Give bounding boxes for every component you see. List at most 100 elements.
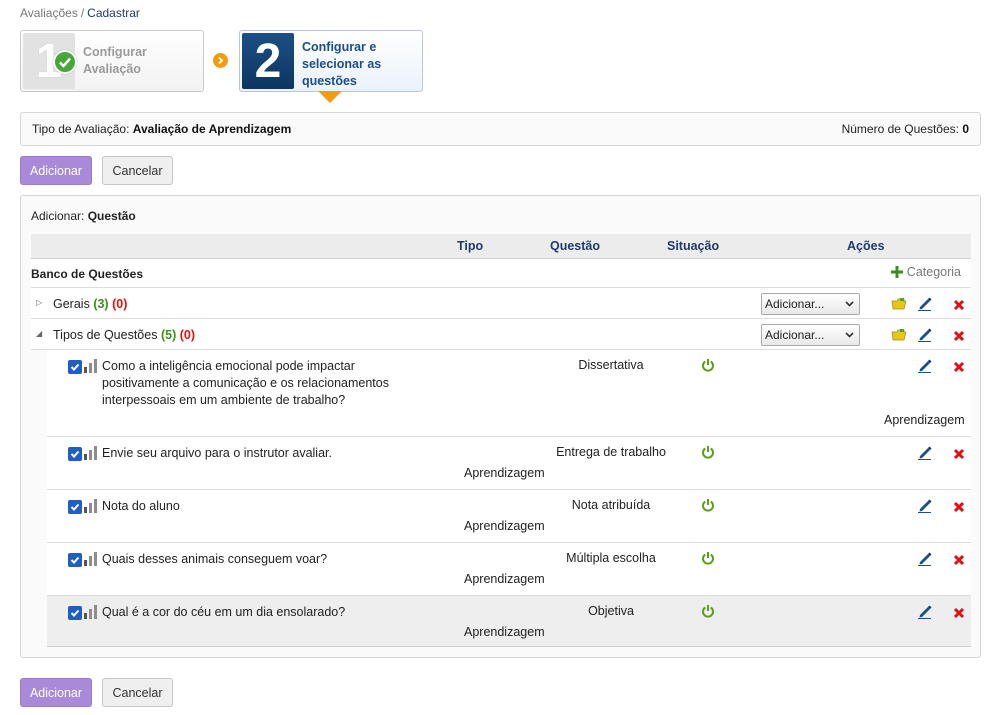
question-text: Como a inteligência emocional pode impac… <box>102 359 389 407</box>
breadcrumb-separator: / <box>80 6 85 20</box>
question-category: Aprendizagem <box>464 466 545 480</box>
chevron-right-icon <box>213 53 228 68</box>
question-category: Aprendizagem <box>464 625 545 639</box>
difficulty-bars-icon <box>84 446 98 460</box>
checkbox-icon[interactable] <box>68 360 82 374</box>
question-text: Nota do aluno <box>102 499 180 513</box>
add-to-category-select[interactable]: Adicionar... <box>761 324 860 346</box>
question-type: Nota atribuída <box>571 498 651 512</box>
pencil-icon[interactable] <box>917 497 933 513</box>
cancel-button-bottom[interactable]: Cancelar <box>102 678 173 707</box>
question-panel: Adicionar: Questão Tipo Questão Situação… <box>20 195 981 658</box>
checkbox-icon[interactable] <box>68 553 82 567</box>
power-icon[interactable] <box>701 445 715 462</box>
question-count-value: 0 <box>962 122 969 136</box>
check-circle-icon <box>53 50 77 74</box>
checkbox-icon[interactable] <box>68 606 82 620</box>
step-2-number: 2 <box>242 33 294 89</box>
category-row-tipos-de-questoes[interactable]: ◢ Tipos de Questões (5) (0) Adicionar... <box>31 319 971 350</box>
breadcrumb-root[interactable]: Avaliações <box>20 6 78 20</box>
cancel-button[interactable]: Cancelar <box>102 156 173 185</box>
delete-icon[interactable] <box>951 328 967 344</box>
pencil-icon[interactable] <box>917 444 933 460</box>
question-row[interactable]: Quais desses animais conseguem voar? Múl… <box>47 543 971 596</box>
evaluation-type-value: Avaliação de Aprendizagem <box>132 122 292 136</box>
delete-icon[interactable] <box>951 552 967 568</box>
add-button-bottom[interactable]: Adicionar <box>20 678 92 707</box>
delete-icon[interactable] <box>951 499 967 515</box>
checkbox-icon[interactable] <box>68 500 82 514</box>
question-text: Quais desses animais conseguem voar? <box>102 552 328 566</box>
delete-icon[interactable] <box>951 446 967 462</box>
folder-icon[interactable] <box>891 296 907 312</box>
step-2-label: Configurar e selecionar as questões <box>302 40 382 88</box>
category-count-ok: (5) <box>160 328 177 342</box>
checkbox-icon[interactable] <box>68 447 82 461</box>
question-type: Múltipla escolha <box>566 551 656 565</box>
step-1-number: 1 <box>23 33 77 89</box>
panel-title-label: Adicionar: <box>31 209 85 223</box>
question-bank-title: Banco de Questões <box>31 267 144 281</box>
pencil-icon[interactable] <box>917 295 933 311</box>
question-category: Aprendizagem <box>464 519 545 533</box>
difficulty-bars-icon <box>84 359 98 373</box>
question-row[interactable]: Como a inteligência emocional pode impac… <box>47 350 971 437</box>
question-type: Objetiva <box>588 604 634 618</box>
power-icon[interactable] <box>701 551 715 568</box>
question-text: Envie seu arquivo para o instrutor avali… <box>102 446 332 460</box>
folder-icon[interactable] <box>891 327 907 343</box>
difficulty-bars-icon <box>84 499 98 513</box>
column-tipo: Tipo <box>457 239 484 253</box>
breadcrumb-current: Cadastrar <box>87 6 140 20</box>
delete-icon[interactable] <box>951 359 967 375</box>
difficulty-bars-icon <box>84 605 98 619</box>
power-icon[interactable] <box>701 358 715 375</box>
question-count: Número de Questões: 0 <box>842 122 969 136</box>
column-acoes: Ações <box>847 239 885 253</box>
pencil-icon[interactable] <box>917 326 933 342</box>
chevron-down-icon <box>845 301 854 307</box>
panel-title: Adicionar: Questão <box>31 209 136 223</box>
delete-icon[interactable] <box>951 605 967 621</box>
panel-title-value: Questão <box>87 209 136 223</box>
pencil-icon[interactable] <box>917 357 933 373</box>
evaluation-type: Tipo de Avaliação: Avaliação de Aprendiz… <box>32 122 291 136</box>
column-questao: Questão <box>550 239 601 253</box>
add-category-button[interactable]: Categoria <box>890 265 961 279</box>
add-to-category-select[interactable]: Adicionar... <box>761 293 860 315</box>
question-row[interactable]: Qual é a cor do céu em um dia ensolarado… <box>47 596 971 647</box>
step-1[interactable]: 1 Configurar Avaliação <box>20 30 204 92</box>
breadcrumb: Avaliações / Cadastrar <box>20 6 140 20</box>
delete-icon[interactable] <box>951 297 967 313</box>
pencil-icon[interactable] <box>917 550 933 566</box>
evaluation-info-bar: Tipo de Avaliação: Avaliação de Aprendiz… <box>20 112 981 146</box>
question-text: Qual é a cor do céu em um dia ensolarado… <box>102 605 346 619</box>
question-row[interactable]: Envie seu arquivo para o instrutor avali… <box>47 437 971 490</box>
add-category-label: Categoria <box>906 265 961 279</box>
triangle-down-icon[interactable]: ◢ <box>36 329 42 338</box>
step-2[interactable]: 2 Configurar e selecionar as questões <box>239 30 423 92</box>
question-bank-row: Banco de Questões Categoria <box>31 259 971 288</box>
column-situacao: Situação <box>667 239 720 253</box>
category-count-error: (0) <box>179 328 195 342</box>
question-row[interactable]: Nota do aluno Nota atribuída Aprendizage… <box>47 490 971 543</box>
step-1-label: Configurar Avaliação <box>83 45 147 76</box>
table-header: Tipo Questão Situação Ações <box>31 234 971 259</box>
power-icon[interactable] <box>701 604 715 621</box>
category-label: Gerais (3) (0) <box>53 297 128 311</box>
evaluation-type-label: Tipo de Avaliação: <box>32 122 130 136</box>
chevron-down-icon <box>845 332 854 338</box>
triangle-right-icon[interactable]: ▷ <box>36 298 42 307</box>
category-row-gerais[interactable]: ▷ Gerais (3) (0) Adicionar... <box>31 288 971 319</box>
question-category: Aprendizagem <box>884 413 965 427</box>
add-button[interactable]: Adicionar <box>20 156 92 185</box>
power-icon[interactable] <box>701 498 715 515</box>
category-label: Tipos de Questões (5) (0) <box>53 328 195 342</box>
difficulty-bars-icon <box>84 552 98 566</box>
active-step-pointer <box>318 91 342 103</box>
category-count-ok: (3) <box>93 297 109 311</box>
question-type: Entrega de trabalho <box>556 445 666 459</box>
question-count-label: Número de Questões: <box>841 122 959 136</box>
pencil-icon[interactable] <box>917 603 933 619</box>
plus-icon <box>890 266 903 278</box>
